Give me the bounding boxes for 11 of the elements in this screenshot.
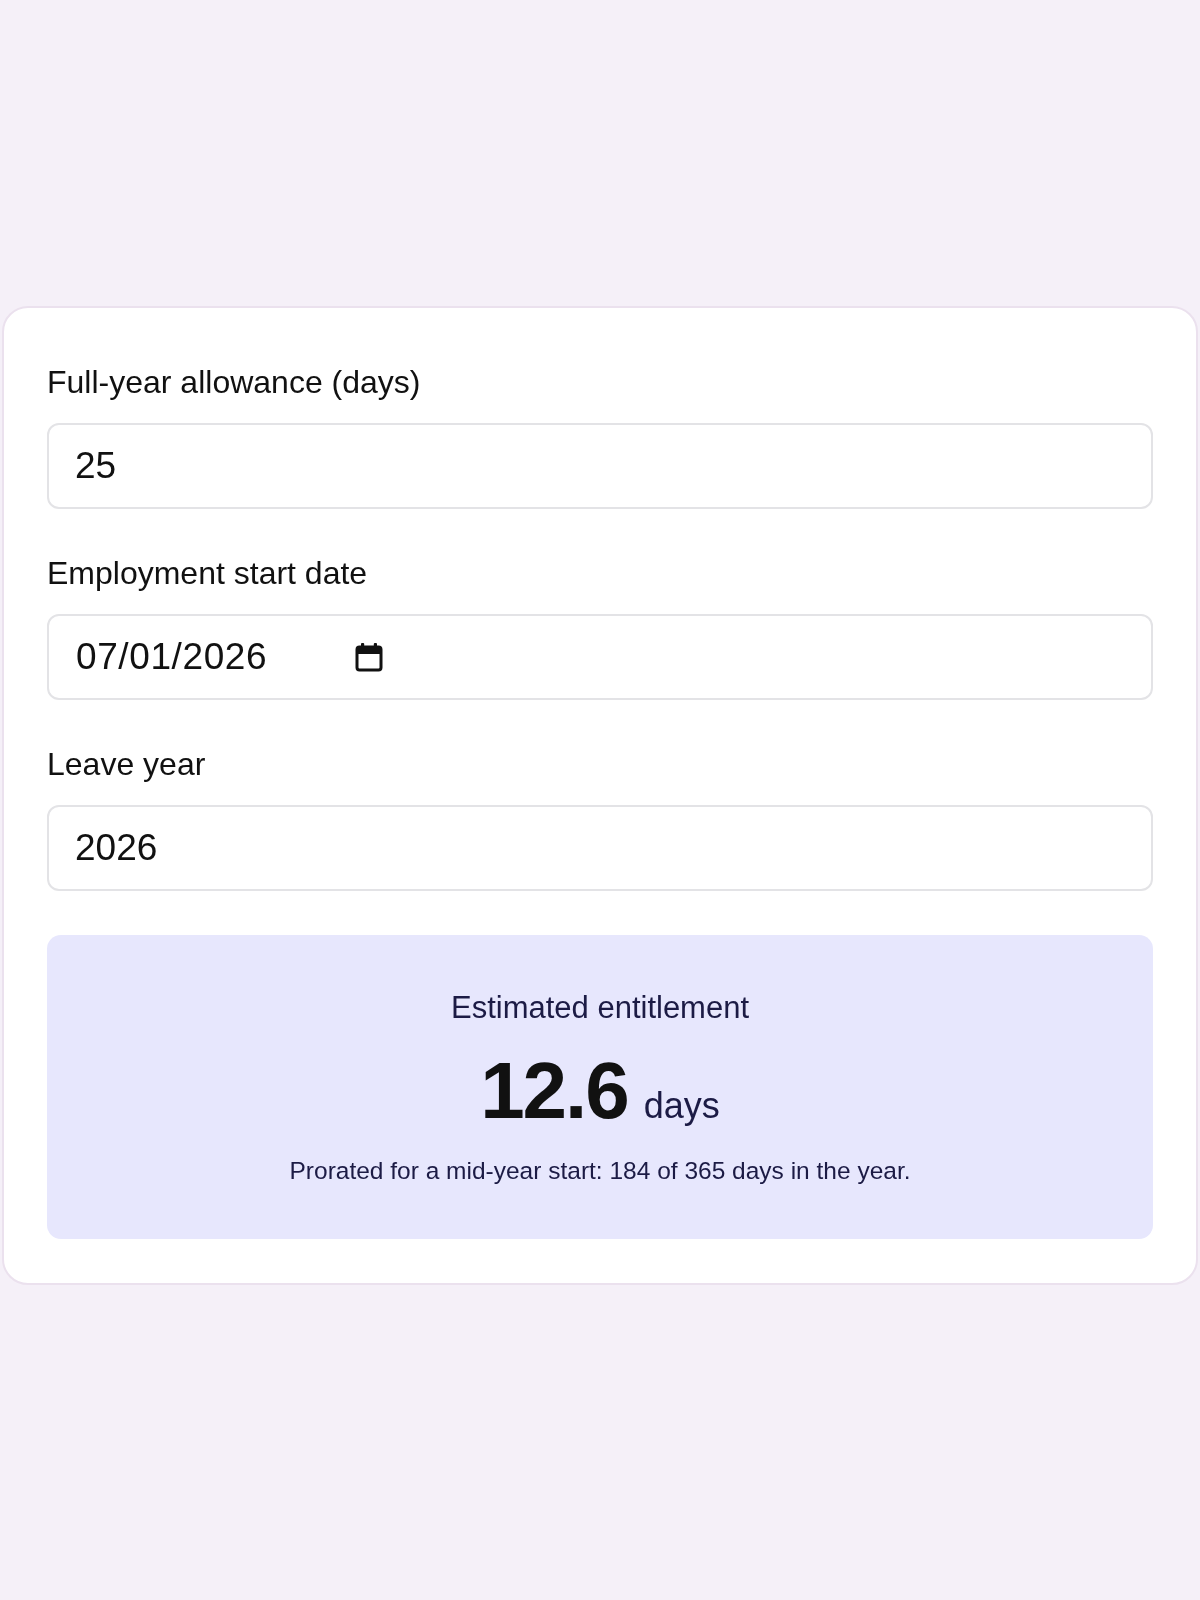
entitlement-value: 12.6	[480, 1049, 628, 1133]
input-field[interactable]: 25	[47, 423, 1153, 509]
field-label: Employment start date	[47, 554, 368, 593]
unit-label: days	[643, 1086, 720, 1126]
result-note: Prorated for a mid-year start: 184 of 365 days in the year.	[289, 1156, 911, 1186]
input-field[interactable]: 2026	[47, 805, 1153, 891]
field-label: Full-year allowance (days)	[47, 363, 421, 402]
result-title: Estimated entitlement	[450, 989, 750, 1027]
field-label: Leave year	[47, 745, 206, 784]
date-field[interactable]: 07/01/2026	[47, 614, 1153, 700]
calendar-icon[interactable]	[355, 642, 384, 672]
